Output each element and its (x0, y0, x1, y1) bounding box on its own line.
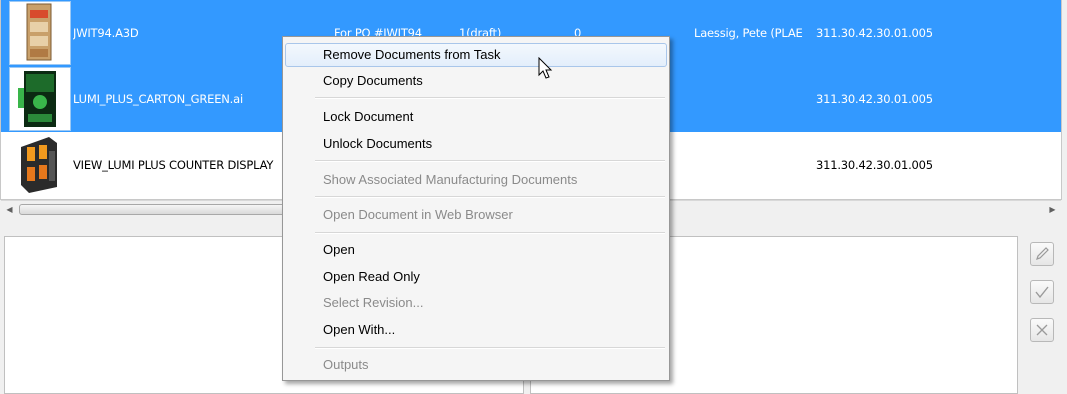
doc-name: VIEW_LUMI PLUS COUNTER DISPLAY (73, 158, 274, 172)
close-x-icon (1036, 324, 1048, 336)
menu-item-open[interactable]: Open (285, 238, 667, 262)
checkmark-icon (1035, 286, 1049, 299)
approve-button[interactable] (1030, 280, 1054, 304)
doc-code: 311.30.42.30.01.005 (816, 158, 933, 172)
menu-item-select-revision[interactable]: Select Revision... (285, 291, 667, 315)
scroll-right-icon[interactable]: ▶ (1044, 201, 1061, 218)
menu-item-remove-documents[interactable]: Remove Documents from Task (285, 43, 667, 67)
menu-separator (315, 196, 665, 198)
menu-separator (315, 347, 665, 349)
doc-name: JWIT94.A3D (73, 26, 139, 40)
doc-owner: Laessig, Pete (PLAE (694, 26, 803, 40)
menu-item-show-manufacturing-docs[interactable]: Show Associated Manufacturing Documents (285, 168, 667, 192)
menu-separator (315, 160, 665, 162)
doc-code: 311.30.42.30.01.005 (816, 26, 933, 40)
menu-separator (315, 232, 665, 234)
reject-button[interactable] (1030, 318, 1054, 342)
green-carton-thumbnail-icon (9, 67, 71, 131)
mouse-pointer-icon (538, 57, 553, 79)
menu-separator (315, 97, 665, 99)
menu-item-open-with[interactable]: Open With... (285, 318, 667, 342)
menu-item-unlock-documents[interactable]: Unlock Documents (285, 132, 667, 156)
3d-display-thumbnail-icon (9, 1, 71, 65)
doc-code: 311.30.42.30.01.005 (816, 92, 933, 106)
menu-item-lock-document[interactable]: Lock Document (285, 105, 667, 129)
counter-display-thumbnail-icon (9, 133, 71, 197)
context-menu: Remove Documents from Task Copy Document… (282, 36, 670, 381)
edit-button[interactable] (1030, 242, 1054, 266)
edit-pencil-icon (1036, 247, 1049, 260)
menu-item-open-in-web-browser[interactable]: Open Document in Web Browser (285, 203, 667, 227)
menu-item-copy-documents[interactable]: Copy Documents (285, 69, 667, 93)
doc-name: LUMI_PLUS_CARTON_GREEN.ai (73, 92, 243, 106)
menu-item-outputs[interactable]: Outputs (285, 353, 667, 377)
menu-item-open-read-only[interactable]: Open Read Only (285, 265, 667, 289)
scroll-left-icon[interactable]: ◀ (1, 201, 18, 218)
